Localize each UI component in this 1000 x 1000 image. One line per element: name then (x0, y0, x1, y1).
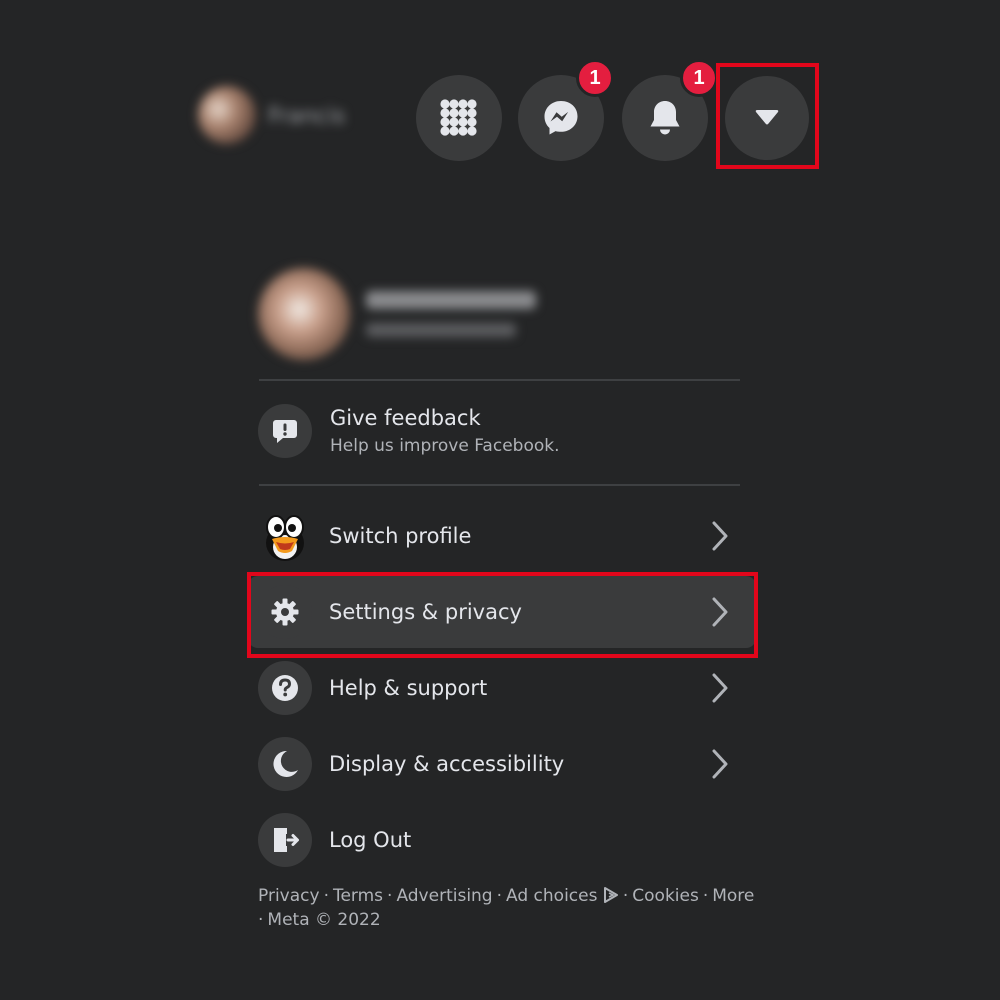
chevron-right-icon (700, 748, 740, 780)
menu-button[interactable] (416, 75, 502, 161)
footer-link-privacy[interactable]: Privacy (258, 886, 320, 906)
nav-avatar (198, 86, 256, 144)
messenger-button[interactable]: 1 (518, 59, 614, 161)
penguin-avatar-icon (266, 515, 304, 561)
profile-subtitle-blurred (366, 323, 516, 337)
profile-name-blurred (366, 291, 536, 309)
footer: Privacy · Terms · Advertising · Ad choices · Co… (258, 886, 755, 930)
ad-choices-icon (603, 887, 618, 903)
help-support-label: Help & support (329, 676, 488, 700)
messenger-badge: 1 (576, 59, 614, 97)
display-accessibility-item[interactable]: Display & accessibility (248, 728, 756, 800)
footer-link-terms[interactable]: Terms (333, 886, 383, 906)
footer-link-ad-choices[interactable]: Ad choices (506, 886, 597, 906)
chevron-right-icon (700, 520, 740, 552)
divider (259, 484, 740, 486)
grid-menu-icon (440, 99, 477, 136)
logout-icon (258, 813, 312, 867)
footer-link-cookies[interactable]: Cookies (632, 886, 699, 906)
profile-card[interactable] (258, 268, 536, 360)
feedback-title: Give feedback (330, 406, 481, 430)
chevron-right-icon (700, 672, 740, 704)
footer-link-more[interactable]: More (712, 886, 754, 906)
nav-profile-name: Francis (268, 104, 346, 129)
logout-label: Log Out (329, 828, 412, 852)
messenger-icon (544, 101, 578, 135)
display-accessibility-label: Display & accessibility (329, 752, 565, 776)
notifications-badge: 1 (680, 59, 718, 97)
profile-avatar (258, 268, 350, 360)
switch-profile-item[interactable]: Switch profile (248, 500, 756, 572)
give-feedback-item[interactable]: Give feedback Help us improve Facebook. (258, 404, 560, 458)
help-support-item[interactable]: Help & support (248, 652, 756, 724)
nav-profile-chip[interactable]: Francis (198, 86, 345, 144)
highlight-box-account (716, 63, 819, 169)
bell-icon (650, 101, 680, 135)
footer-copyright: Meta © 2022 (267, 910, 381, 930)
moon-icon (258, 737, 312, 791)
feedback-subtitle: Help us improve Facebook. (330, 436, 560, 456)
question-icon (258, 661, 312, 715)
footer-link-advertising[interactable]: Advertising (396, 886, 492, 906)
switch-profile-label: Switch profile (329, 524, 472, 548)
notifications-button[interactable]: 1 (622, 59, 718, 161)
feedback-icon (258, 404, 312, 458)
divider (259, 379, 740, 381)
highlight-box-settings (247, 572, 758, 658)
logout-item[interactable]: Log Out (248, 804, 756, 876)
